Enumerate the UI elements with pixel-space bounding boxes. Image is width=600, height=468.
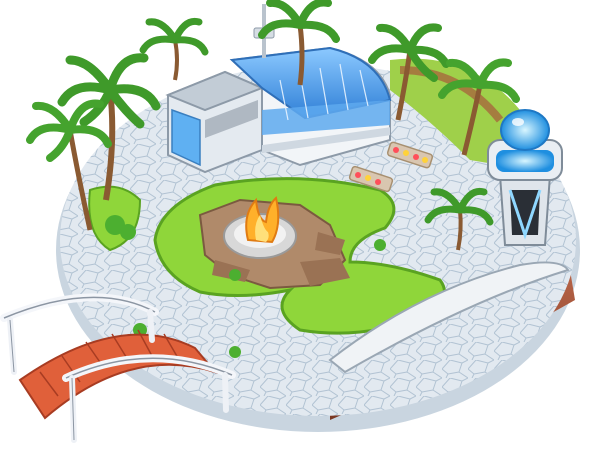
palm-tree-icon: [139, 17, 209, 81]
island-plaza-scene: [0, 0, 600, 468]
island-illustration: [0, 0, 580, 443]
